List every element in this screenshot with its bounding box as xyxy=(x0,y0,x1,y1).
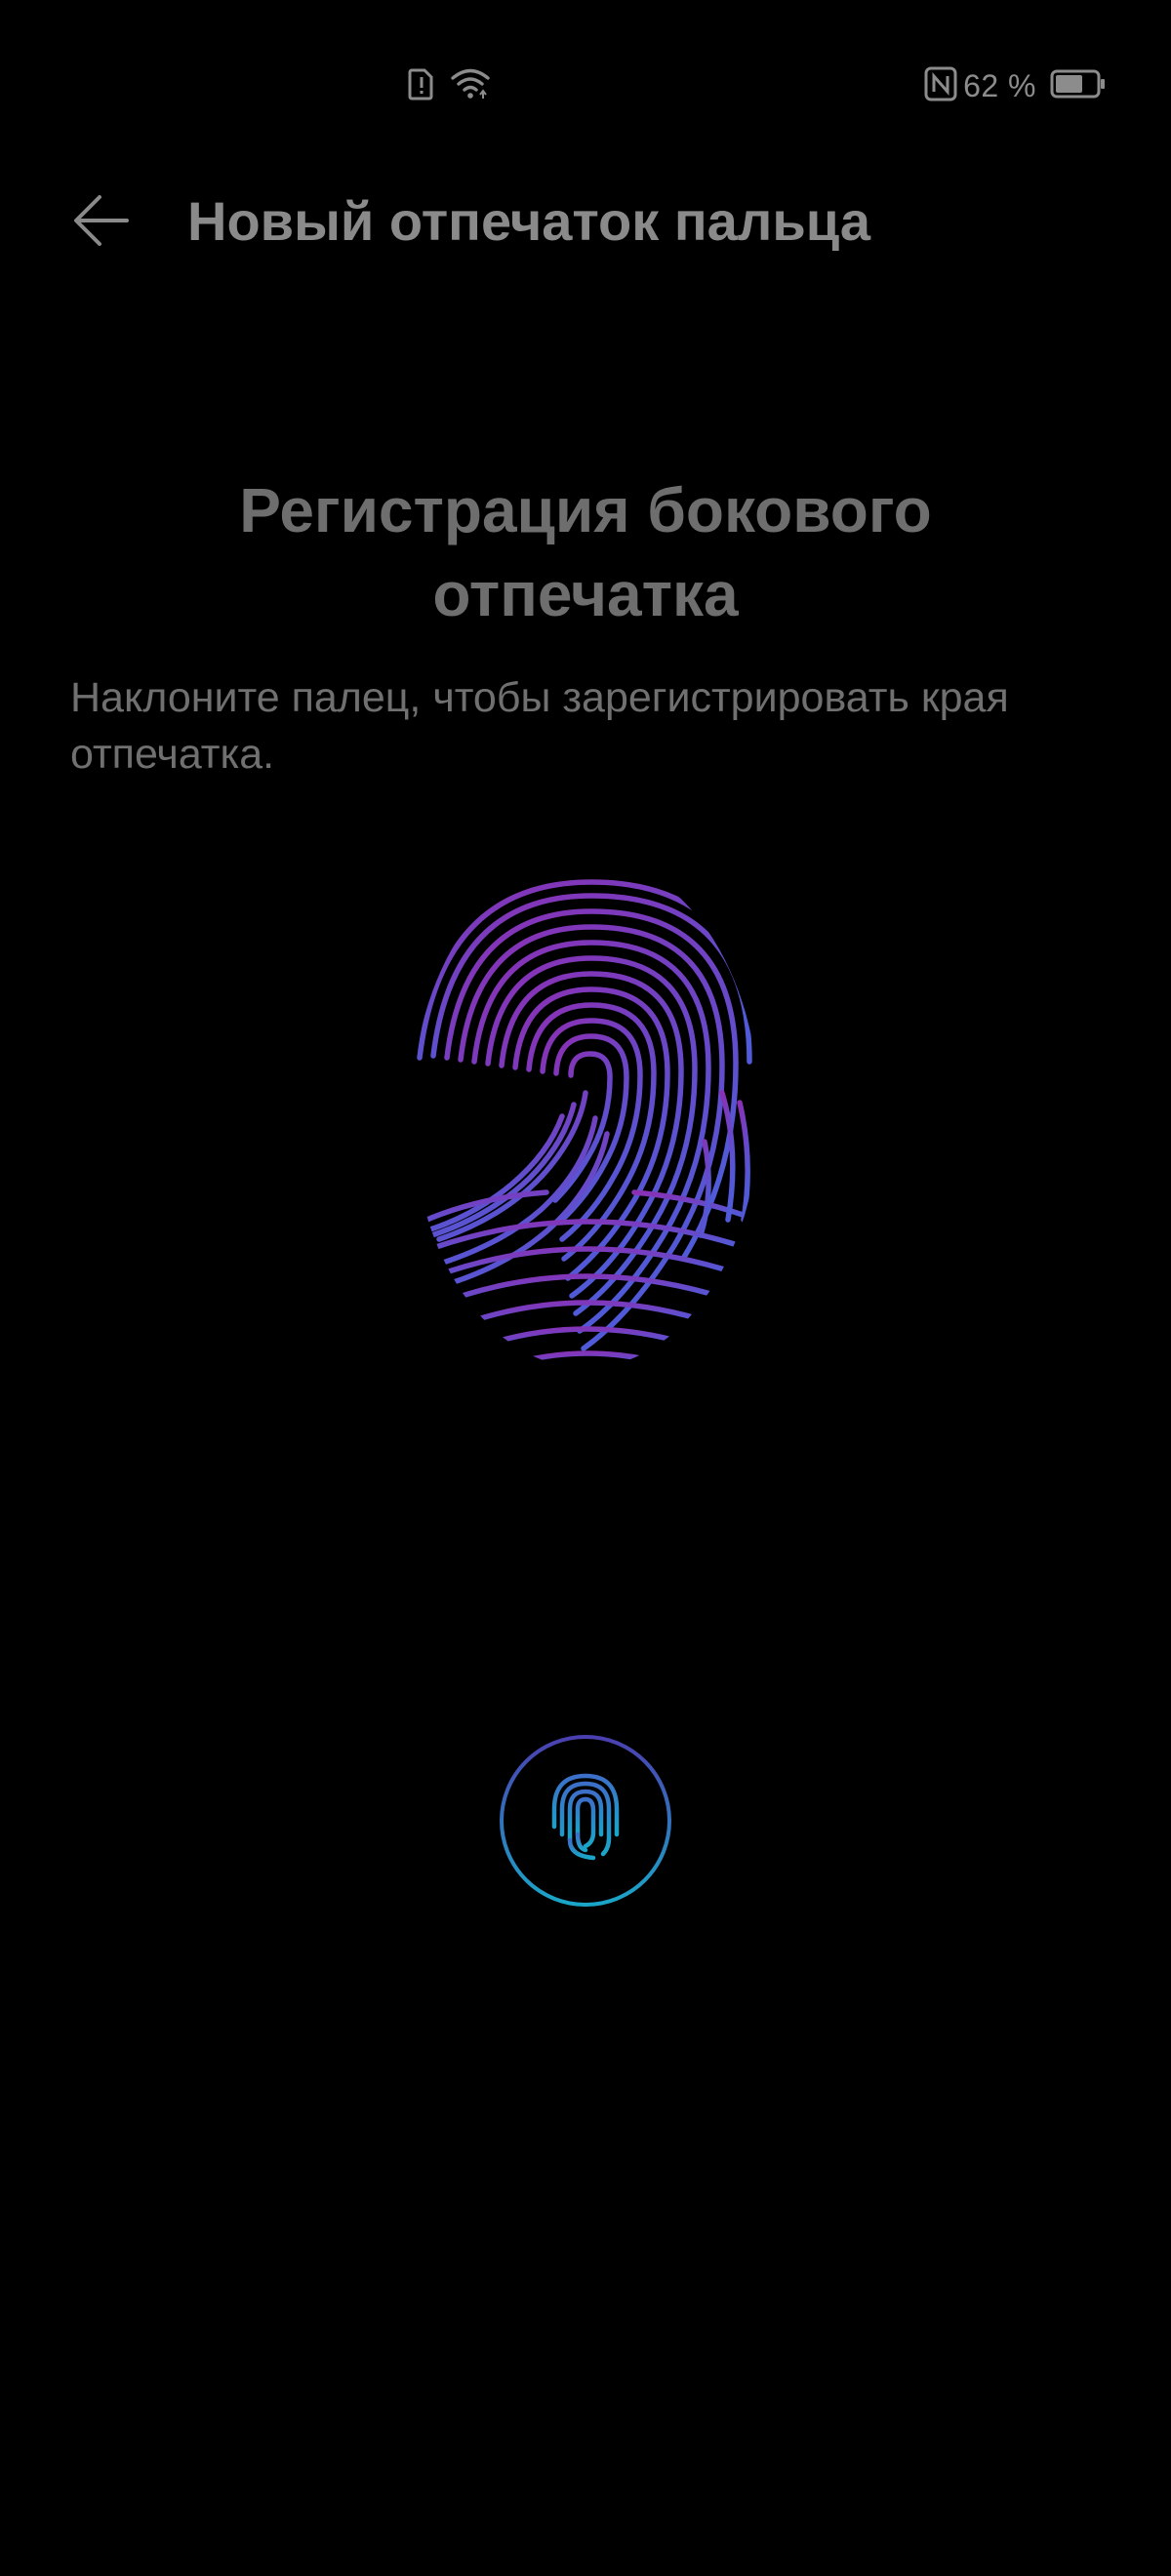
back-button[interactable] xyxy=(64,185,139,260)
fingerprint-sensor-button[interactable] xyxy=(498,1733,673,1909)
status-bar: 62 % xyxy=(0,0,1171,172)
page-title: Новый отпечаток пальца xyxy=(187,190,871,252)
status-icons-center xyxy=(408,66,490,105)
arrow-left-icon xyxy=(70,189,133,257)
nfc-icon xyxy=(924,66,957,106)
enrollment-headline: Регистрация бокового отпечатка xyxy=(239,475,932,629)
app-bar: Новый отпечаток пальца xyxy=(0,172,1171,273)
fingerprint-icon xyxy=(400,849,771,1376)
sim-alert-icon xyxy=(408,67,435,105)
wifi-icon xyxy=(451,67,490,105)
status-icons-right: 62 % xyxy=(924,64,1107,107)
enroll-fingerprint-screen: 62 % Новый отпечаток пальца Регистрация … xyxy=(0,0,1171,2576)
battery-icon xyxy=(1050,69,1107,103)
enrollment-instruction: Наклоните палец, чтобы зарегистрировать … xyxy=(70,674,1009,777)
battery-percent: 62 % xyxy=(963,67,1036,103)
fingerprint-sensor-icon xyxy=(539,1770,632,1872)
